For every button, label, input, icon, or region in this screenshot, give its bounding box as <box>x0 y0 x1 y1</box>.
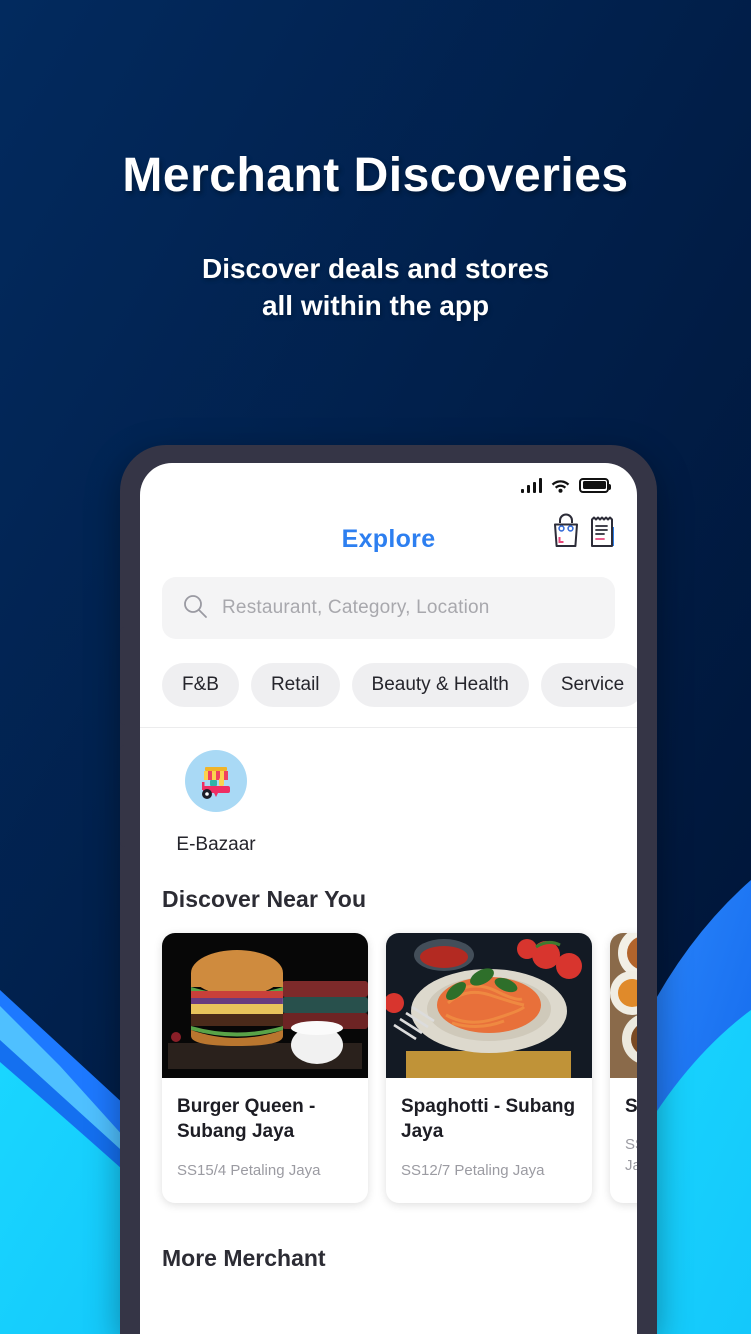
page-title: Merchant Discoveries <box>122 149 629 202</box>
category-label: E-Bazaar <box>176 834 256 855</box>
search-icon <box>182 593 208 624</box>
filter-chip-group: F&B Retail Beauty & Health Service <box>140 639 637 727</box>
search-bar[interactable]: Restaurant, Category, Location <box>162 577 615 639</box>
merchant-card-body: Spaghotti - Subang Jaya SS12/7 Petaling … <box>386 1078 592 1203</box>
merchant-card[interactable]: Spaghotti - Subang Jaya SS12/7 Petaling … <box>386 933 592 1203</box>
filter-chip-fnb[interactable]: F&B <box>162 663 239 707</box>
merchant-address: SS12/7 Petaling Jaya <box>401 1161 545 1179</box>
food-cart-icon <box>185 750 247 812</box>
header-icon-group <box>551 513 617 554</box>
merchant-name: Son <box>625 1094 637 1119</box>
app-header: Explore <box>140 507 637 571</box>
subtitle-line-2: all within the app <box>261 289 490 321</box>
merchant-photo-burger <box>162 933 368 1078</box>
merchant-name-line-1: Son <box>625 1096 637 1117</box>
hero-section: Merchant Discoveries Discover deals and … <box>0 0 751 325</box>
merchant-photo-assorted <box>610 933 637 1078</box>
merchant-name: Spaghotti - Subang Jaya <box>401 1096 576 1143</box>
section-title-discover-near-you: Discover Near You <box>162 886 367 912</box>
merchant-card[interactable]: Son SS1 Jay <box>610 933 637 1203</box>
wifi-icon <box>551 478 570 493</box>
merchant-address: SS1 Jay <box>625 1135 637 1176</box>
section-title-more-merchant: More Merchant <box>162 1244 326 1271</box>
signal-bars-icon <box>520 477 542 493</box>
battery-full-icon <box>579 477 611 493</box>
status-bar <box>140 463 637 507</box>
search-section: Restaurant, Category, Location <box>140 571 637 639</box>
category-row: E-Bazaar <box>140 728 637 862</box>
merchant-card-list[interactable]: Burger Queen - Subang Jaya SS15/4 Petali… <box>140 913 637 1203</box>
category-item-e-bazaar[interactable]: E-Bazaar <box>166 750 266 856</box>
merchant-address: SS15/4 Petaling Jaya <box>177 1161 321 1179</box>
filter-chip-service[interactable]: Service <box>540 663 637 707</box>
page-subtitle: Discover deals and stores all within the… <box>0 251 751 325</box>
search-input[interactable]: Restaurant, Category, Location <box>222 597 490 619</box>
filter-chip-beauty-health[interactable]: Beauty & Health <box>351 663 529 707</box>
volume-down-button[interactable] <box>120 745 142 847</box>
app-title: Explore <box>341 524 436 553</box>
phone-screen: Explore Restaurant, Category, Location F… <box>140 463 637 1334</box>
merchant-name: Burger Queen - Subang Jaya <box>177 1096 316 1143</box>
merchant-photo-spaghetti <box>386 933 592 1078</box>
shopping-bag-icon[interactable] <box>551 513 581 554</box>
phone-mockup: Explore Restaurant, Category, Location F… <box>104 445 657 1334</box>
merchant-card[interactable]: Burger Queen - Subang Jaya SS15/4 Petali… <box>162 933 368 1203</box>
merchant-card-body: Son SS1 Jay <box>610 1078 637 1198</box>
subtitle-line-1: Discover deals and stores <box>201 253 550 284</box>
merchant-address-line-2: Jay <box>625 1156 637 1174</box>
merchant-address-line-1: SS1 <box>625 1136 637 1154</box>
merchant-card-body: Burger Queen - Subang Jaya SS15/4 Petali… <box>162 1078 368 1203</box>
filter-chip-retail[interactable]: Retail <box>250 663 340 707</box>
receipt-list-icon[interactable] <box>587 513 617 554</box>
volume-up-button[interactable] <box>120 627 142 725</box>
